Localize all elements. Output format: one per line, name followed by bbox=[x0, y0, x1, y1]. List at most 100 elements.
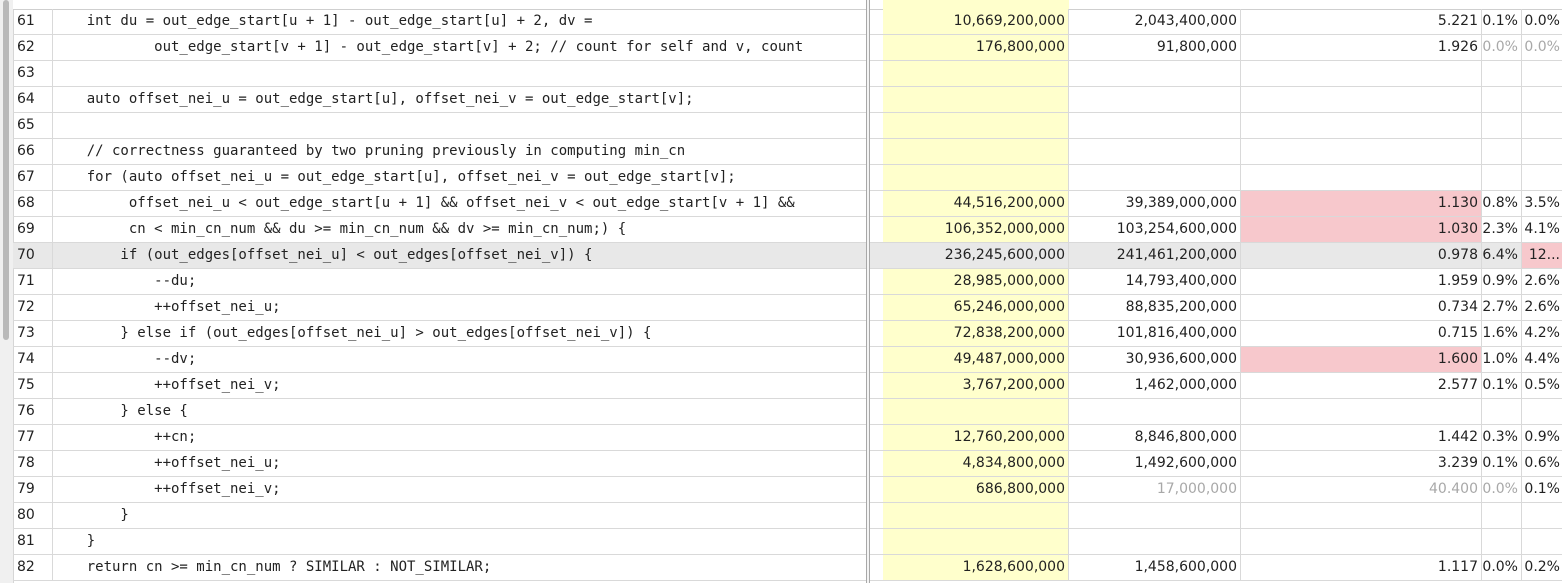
line-number: 72 bbox=[13, 295, 53, 320]
metric-b-value bbox=[1069, 399, 1241, 424]
table-row[interactable]: 81 } bbox=[13, 529, 1562, 555]
table-row[interactable]: 64 auto offset_nei_u = out_edge_start[u]… bbox=[13, 87, 1562, 113]
table-row[interactable]: 67 for (auto offset_nei_u = out_edge_sta… bbox=[13, 165, 1562, 191]
metric-a-value bbox=[883, 113, 1069, 138]
ratio-value: 40.400 bbox=[1241, 477, 1482, 502]
source-code bbox=[53, 113, 880, 138]
metric-a-value bbox=[883, 87, 1069, 112]
percent-2-value bbox=[1522, 399, 1562, 424]
table-row[interactable]: 62 out_edge_start[v + 1] - out_edge_star… bbox=[13, 35, 1562, 61]
ratio-value: 5.221 bbox=[1241, 9, 1482, 34]
source-code: ++offset_nei_u; bbox=[53, 455, 281, 471]
table-row[interactable]: 61 int du = out_edge_start[u + 1] - out_… bbox=[13, 9, 1562, 35]
table-row[interactable]: 74 --dv; 49,487,000,000 30,936,600,000 1.60… bbox=[13, 347, 1562, 373]
metric-a-value: 49,487,000,000 bbox=[883, 347, 1069, 372]
metric-b-value: 2,043,400,000 bbox=[1069, 9, 1241, 34]
table-row[interactable]: 79 ++offset_nei_v; 686,800,000 17,000,000 4… bbox=[13, 477, 1562, 503]
percent-2-value bbox=[1522, 503, 1562, 528]
source-code: --dv; bbox=[53, 351, 197, 367]
table-row[interactable]: 80 } bbox=[13, 503, 1562, 529]
line-number: 69 bbox=[13, 217, 53, 242]
percent-1-value: 2.3% bbox=[1482, 217, 1522, 242]
percent-1-value: 0.8% bbox=[1482, 191, 1522, 216]
source-annotation-view: 61 int du = out_edge_start[u + 1] - out_… bbox=[0, 0, 1562, 583]
ratio-value: 1.959 bbox=[1241, 269, 1482, 294]
percent-1-value bbox=[1482, 61, 1522, 86]
line-number: 62 bbox=[13, 35, 53, 60]
line-number: 70 bbox=[13, 243, 53, 268]
metric-a-value: 65,246,000,000 bbox=[883, 295, 1069, 320]
line-number: 78 bbox=[13, 451, 53, 476]
line-number: 76 bbox=[13, 399, 53, 424]
line-number: 65 bbox=[13, 113, 53, 138]
table-row[interactable]: 78 ++offset_nei_u; 4,834,800,000 1,492,600… bbox=[13, 451, 1562, 477]
table-row[interactable]: 76 } else { bbox=[13, 399, 1562, 425]
metric-a-value: 4,834,800,000 bbox=[883, 451, 1069, 476]
line-number: 61 bbox=[13, 9, 53, 34]
percent-1-value: 0.1% bbox=[1482, 9, 1522, 34]
source-code: } else if (out_edges[offset_nei_u] > out… bbox=[53, 325, 652, 341]
line-number: 79 bbox=[13, 477, 53, 502]
source-code: ++offset_nei_v; bbox=[53, 481, 281, 497]
line-number: 75 bbox=[13, 373, 53, 398]
table-row[interactable]: 68 offset_nei_u < out_edge_start[u + 1] … bbox=[13, 191, 1562, 217]
ratio-value: 1.130 bbox=[1241, 191, 1482, 216]
percent-1-value bbox=[1482, 399, 1522, 424]
percent-1-value: 0.0% bbox=[1482, 35, 1522, 60]
table-row[interactable]: 75 ++offset_nei_v; 3,767,200,000 1,462,000… bbox=[13, 373, 1562, 399]
metric-a-value: 44,516,200,000 bbox=[883, 191, 1069, 216]
metric-b-value: 103,254,600,000 bbox=[1069, 217, 1241, 242]
percent-1-value bbox=[1482, 529, 1522, 554]
line-number: 68 bbox=[13, 191, 53, 216]
source-code: ++offset_nei_v; bbox=[53, 377, 281, 393]
line-number: 77 bbox=[13, 425, 53, 450]
percent-1-value: 0.1% bbox=[1482, 451, 1522, 476]
percent-1-value: 0.0% bbox=[1482, 477, 1522, 502]
line-number: 74 bbox=[13, 347, 53, 372]
source-code: auto offset_nei_u = out_edge_start[u], o… bbox=[53, 91, 694, 107]
table-row-selected[interactable]: 70 if (out_edges[offset_nei_u] < out_edg… bbox=[13, 243, 1562, 269]
table-row[interactable]: 72 ++offset_nei_u; 65,246,000,000 88,835,2… bbox=[13, 295, 1562, 321]
line-number: 66 bbox=[13, 139, 53, 164]
source-code: offset_nei_u < out_edge_start[u + 1] && … bbox=[53, 195, 795, 211]
metric-a-value: 3,767,200,000 bbox=[883, 373, 1069, 398]
pane-splitter[interactable] bbox=[866, 0, 870, 583]
metric-b-value: 30,936,600,000 bbox=[1069, 347, 1241, 372]
metric-a-value: 12,760,200,000 bbox=[883, 425, 1069, 450]
table-row[interactable]: 77 ++cn; 12,760,200,000 8,846,800,000 1.442… bbox=[13, 425, 1562, 451]
table-row[interactable]: 69 cn < min_cn_num && du >= min_cn_num &… bbox=[13, 217, 1562, 243]
source-code: ++offset_nei_u; bbox=[53, 299, 281, 315]
table-row[interactable]: 65 bbox=[13, 113, 1562, 139]
percent-1-value: 0.9% bbox=[1482, 269, 1522, 294]
source-code: return cn >= min_cn_num ? SIMILAR : NOT_… bbox=[53, 559, 492, 575]
scrollbar-thumb[interactable] bbox=[3, 0, 9, 340]
metric-b-value: 1,492,600,000 bbox=[1069, 451, 1241, 476]
source-code: out_edge_start[v + 1] - out_edge_start[v… bbox=[53, 39, 804, 55]
vertical-scrollbar[interactable] bbox=[0, 0, 14, 583]
percent-1-value: 2.7% bbox=[1482, 295, 1522, 320]
table-row[interactable]: 63 bbox=[13, 61, 1562, 87]
metric-b-value: 14,793,400,000 bbox=[1069, 269, 1241, 294]
ratio-value bbox=[1241, 87, 1482, 112]
percent-1-value: 0.0% bbox=[1482, 555, 1522, 580]
metric-b-value bbox=[1069, 529, 1241, 554]
percent-2-value: 0.2% bbox=[1524, 559, 1560, 575]
percent-1-value: 1.0% bbox=[1482, 347, 1522, 372]
table-row[interactable]: 66 // correctness guaranteed by two prun… bbox=[13, 139, 1562, 165]
source-code: } else { bbox=[53, 403, 188, 419]
ratio-value: 1.117 bbox=[1241, 555, 1482, 580]
metric-a-value: 106,352,000,000 bbox=[883, 217, 1069, 242]
percent-2-value bbox=[1522, 113, 1562, 138]
table-row[interactable]: 82 return cn >= min_cn_num ? SIMILAR : N… bbox=[13, 555, 1562, 581]
table-row[interactable]: 73 } else if (out_edges[offset_nei_u] > … bbox=[13, 321, 1562, 347]
ratio-value bbox=[1241, 503, 1482, 528]
percent-2-value: 2.6% bbox=[1524, 273, 1560, 289]
source-code: for (auto offset_nei_u = out_edge_start[… bbox=[53, 169, 736, 185]
table-row[interactable]: 71 --du; 28,985,000,000 14,793,400,000 1.95… bbox=[13, 269, 1562, 295]
source-code: // correctness guaranteed by two pruning… bbox=[53, 143, 686, 159]
line-number: 80 bbox=[13, 503, 53, 528]
line-number: 73 bbox=[13, 321, 53, 346]
source-code: cn < min_cn_num && du >= min_cn_num && d… bbox=[53, 221, 627, 237]
ratio-value bbox=[1241, 113, 1482, 138]
percent-2-value bbox=[1522, 529, 1562, 554]
